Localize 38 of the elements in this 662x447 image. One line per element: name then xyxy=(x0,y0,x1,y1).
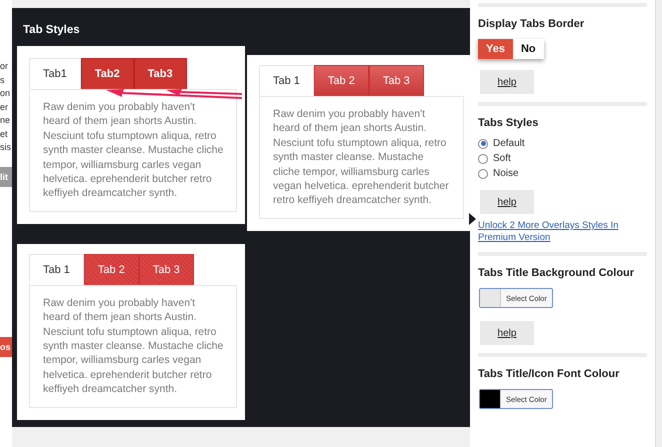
toggle-option[interactable]: No xyxy=(512,39,544,59)
tab[interactable]: Tab 2 xyxy=(314,65,369,96)
background-text: sis xyxy=(0,141,12,154)
background-text: s xyxy=(0,74,6,86)
tab[interactable]: Tab 3 xyxy=(368,65,424,96)
radio-button[interactable] xyxy=(478,154,488,164)
radio-label: Default xyxy=(493,138,525,149)
overlay-title: Tab Styles xyxy=(23,24,81,36)
tab-content-text: Raw denim you probably haven't heard of them jean shorts Austin. Nesciunt tofu stumptown aliqua, retro synth master cleanse. Mustache cliche tempor, williamsburg carles vegan helvetica. eprehenderit butcher retro keffiyeh dreamcatcher synth. xyxy=(29,284,237,408)
help-button[interactable]: help xyxy=(480,190,534,214)
toggle-option[interactable]: Yes xyxy=(478,39,513,59)
radio-button[interactable] xyxy=(478,168,488,178)
tab[interactable]: Tab 1 xyxy=(29,254,84,285)
setting-title: Display Tabs Border xyxy=(478,18,584,30)
setting-title: Tabs Title/Icon Font Colour xyxy=(478,368,620,380)
tab[interactable]: Tab 2 xyxy=(84,254,139,285)
background-text: et xyxy=(0,128,9,140)
tab[interactable]: Tab 3 xyxy=(138,254,194,285)
radio-label: Soft xyxy=(493,153,511,164)
tab[interactable]: Tab2 xyxy=(80,58,134,89)
help-button[interactable]: help xyxy=(480,70,534,94)
background-button[interactable]: os xyxy=(0,336,12,356)
tab-content-text: Raw denim you probably haven't heard of them jean shorts Austin. Nesciunt tofu stumptown aliqua, retro synth master cleanse. Mustache cliche tempor, williamsburg carles vegan helvetica. eprehenderit butcher retro keffiyeh dreamcatcher synth. xyxy=(259,96,464,219)
setting-title: Tabs Title Background Colour xyxy=(478,267,634,279)
background-text: ne xyxy=(0,114,12,127)
tab[interactable]: Tab 1 xyxy=(259,65,314,96)
background-text: or xyxy=(0,60,10,73)
background-text: on xyxy=(0,87,12,100)
setting-title: Tabs Styles xyxy=(478,117,538,129)
background-text: er xyxy=(0,100,10,114)
radio-label: Noise xyxy=(493,168,519,179)
tab[interactable]: Tab1 xyxy=(29,58,81,89)
help-button[interactable]: help xyxy=(480,321,534,345)
premium-link[interactable]: Unlock 2 More Overlays Styles In Premium Version xyxy=(478,220,647,244)
tab-content-text: Raw denim you probably haven't heard of them jean shorts Austin. Nesciunt tofu stumptown aliqua, retro synth master cleanse. Mustache cliche tempor, williamsburg carles vegan helvetica. eprehenderit butcher retro keffiyeh dreamcatcher synth. xyxy=(29,89,237,212)
pointer-icon xyxy=(469,213,476,225)
tab[interactable]: Tab3 xyxy=(134,58,187,89)
radio-button[interactable] xyxy=(478,138,488,148)
